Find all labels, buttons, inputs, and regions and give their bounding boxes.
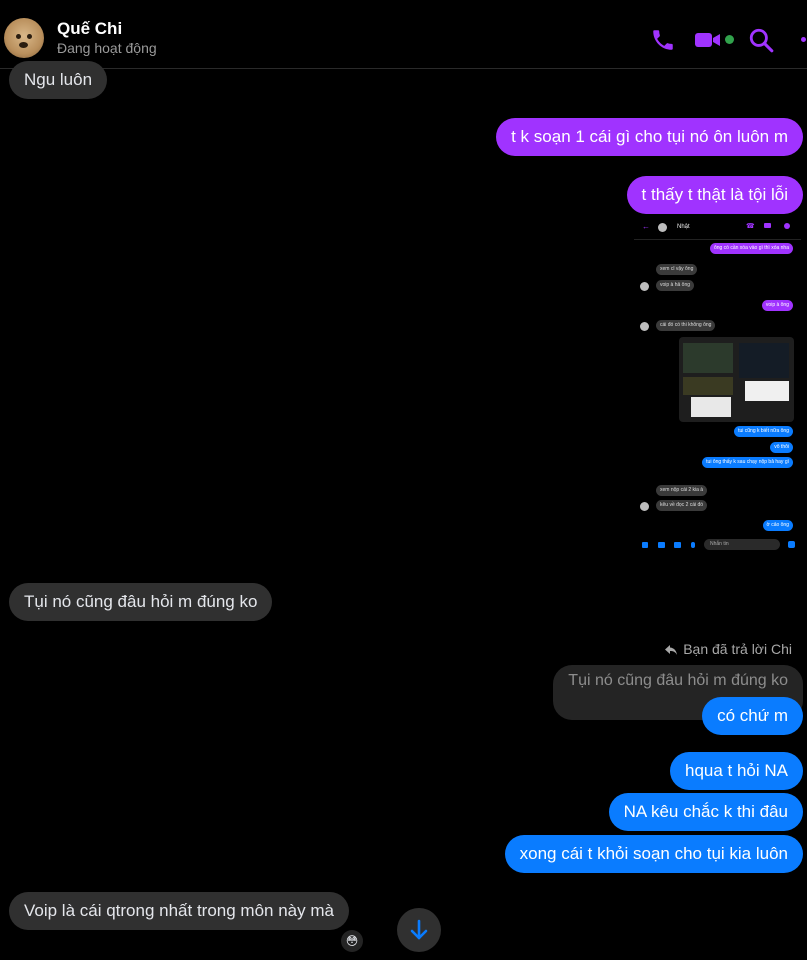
- reply-label: Bạn đã trả lời Chi: [683, 641, 792, 657]
- chat-header: Quế Chi Đang hoạt động: [0, 0, 807, 69]
- screenshot-message: voip à hả ông: [656, 280, 695, 291]
- outgoing-message[interactable]: có chứ m: [702, 697, 803, 735]
- screenshot-contact-name: Nhật: [677, 224, 690, 230]
- online-status-dot: [725, 35, 734, 44]
- incoming-message[interactable]: Ngu luôn: [9, 61, 108, 99]
- screenshot-avatar: [658, 223, 667, 232]
- incoming-message[interactable]: Voip là cái qtrong nhất trong môn này mà: [9, 892, 349, 930]
- screenshot-gallery-icon: [674, 542, 681, 548]
- screenshot-info-icon: [784, 223, 790, 229]
- outgoing-message[interactable]: xong cái t khỏi soạn cho tụi kia luôn: [504, 835, 803, 873]
- outgoing-message[interactable]: NA kêu chắc k thi đâu: [608, 793, 803, 831]
- screenshot-mic-icon: [691, 542, 695, 548]
- search-icon[interactable]: [748, 27, 774, 53]
- outgoing-message[interactable]: t k soạn 1 cái gì cho tụi nó ôn luôn m: [496, 118, 803, 156]
- shared-screenshot-image[interactable]: ← Nhật ☎ ông có cần xóa vào gì thì xóa n…: [634, 217, 801, 559]
- screenshot-message: tui ông thấy k sau chạy nộp bả hay gì: [702, 457, 793, 468]
- incoming-message[interactable]: Tụi nó cũng đâu hỏi m đúng ko: [9, 583, 273, 621]
- screenshot-message: ông có cần xóa vào gì thì xóa nha: [709, 243, 793, 254]
- screenshot-message: tui cũng k biết nữa ông: [734, 426, 793, 437]
- screenshot-message: xem nộp cái 2 kia à: [656, 485, 708, 496]
- contact-avatar[interactable]: [4, 18, 44, 58]
- screenshot-phone-icon: ☎: [746, 223, 755, 230]
- screenshot-message: ờ cảo ông: [762, 520, 793, 531]
- arrow-down-icon: [410, 919, 428, 940]
- screenshot-header: ← Nhật ☎: [634, 217, 801, 240]
- screenshot-like-icon: [788, 541, 795, 548]
- contact-name[interactable]: Quế Chi: [57, 19, 122, 39]
- more-icon[interactable]: [801, 37, 806, 42]
- screenshot-camera-icon: [658, 542, 665, 548]
- screenshot-message: cái đó có thi không ông: [656, 320, 716, 331]
- screenshot-video-icon: [764, 223, 771, 228]
- reply-indicator: Bạn đã trả lời Chi: [664, 641, 792, 657]
- outgoing-message[interactable]: hqua t hỏi NA: [669, 752, 803, 790]
- screenshot-message: vô thôi: [770, 442, 793, 453]
- reply-icon: [665, 645, 678, 655]
- screenshot-nested-image: [679, 337, 794, 422]
- screenshot-apps-icon: [642, 542, 648, 548]
- screenshot-message: voip à ông: [761, 300, 793, 311]
- screenshot-message: xem cl vậy ông: [656, 264, 698, 275]
- phone-icon[interactable]: [650, 27, 676, 53]
- screenshot-input: Nhắn tin: [704, 539, 780, 550]
- message-reaction[interactable]: 😳: [341, 930, 363, 952]
- scroll-to-bottom-button[interactable]: [397, 908, 441, 952]
- contact-status: Đang hoạt động: [57, 40, 157, 56]
- outgoing-message[interactable]: t thấy t thật là tội lỗi: [626, 176, 803, 214]
- video-icon[interactable]: [694, 27, 722, 53]
- back-arrow-icon: ←: [642, 222, 650, 231]
- screenshot-message: kêu về đọc 2 cái đó: [656, 500, 708, 511]
